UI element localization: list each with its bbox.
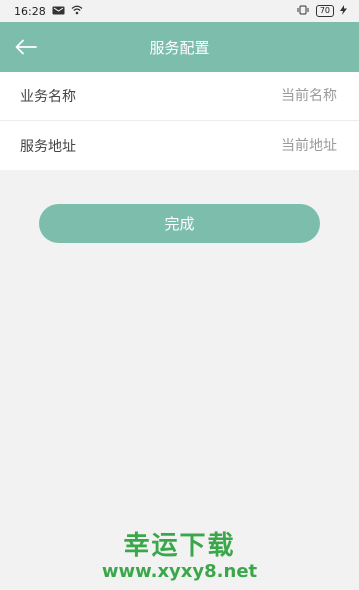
- done-button[interactable]: 完成: [39, 204, 320, 243]
- business-name-label: 业务名称: [20, 89, 76, 105]
- page-title: 服务配置: [149, 38, 210, 57]
- business-name-input[interactable]: [185, 87, 339, 105]
- arrow-left-icon: [15, 39, 37, 55]
- business-name-row: 业务名称: [0, 72, 359, 121]
- back-button[interactable]: [14, 36, 38, 58]
- service-address-input[interactable]: [185, 136, 339, 155]
- wifi-icon: [71, 5, 83, 18]
- charging-icon: [340, 4, 347, 18]
- status-left: 16:28: [14, 5, 83, 18]
- title-bar: 服务配置: [0, 22, 359, 72]
- status-time: 16:28: [14, 4, 46, 18]
- message-icon: [52, 5, 65, 18]
- service-address-row: 服务地址: [0, 121, 359, 170]
- battery-indicator: 70: [315, 5, 334, 17]
- service-address-label: 服务地址: [20, 138, 76, 155]
- status-right: 70: [296, 4, 347, 18]
- config-form: 业务名称 服务地址: [0, 72, 359, 170]
- watermark-url: www.xyxy8.net: [101, 561, 258, 582]
- vibrate-icon: [296, 5, 310, 18]
- watermark-title: 幸运下载: [123, 531, 236, 561]
- status-bar: 16:28 70: [0, 0, 359, 22]
